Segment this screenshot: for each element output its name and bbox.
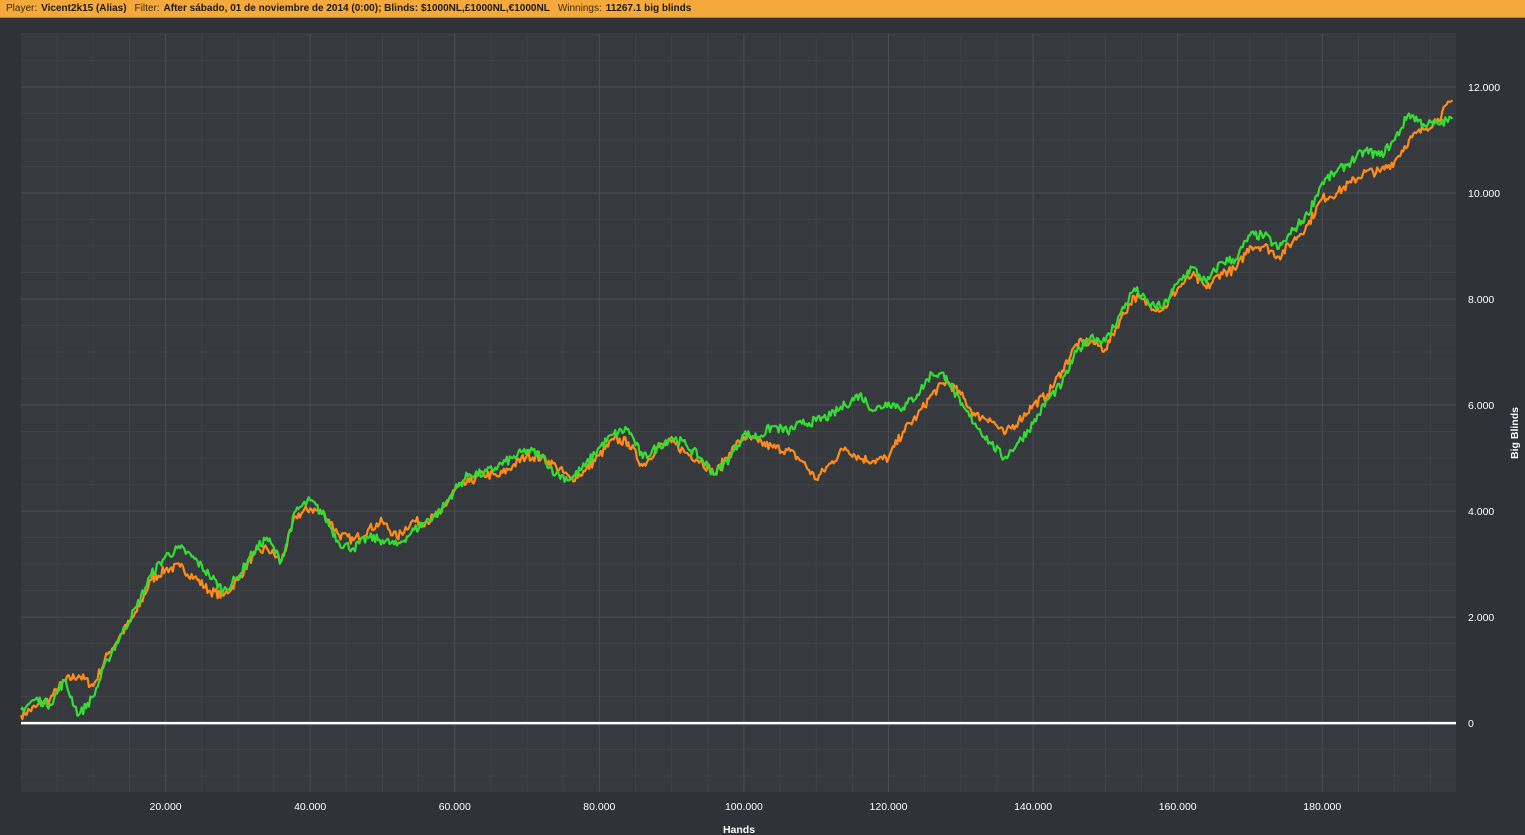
y-tick-label: 6.000 [1468,400,1494,412]
x-tick-label: 100.000 [725,801,763,813]
x-tick-label: 120.000 [870,801,908,813]
x-axis-title: Hands [723,824,755,835]
x-tick-label: 60.000 [439,801,471,813]
y-tick-label: 12.000 [1468,82,1500,94]
y-axis-title: Big Blinds [1509,407,1521,459]
filter-value: After sábado, 01 de noviembre de 2014 (0… [163,3,550,14]
player-label: Player: [6,3,38,14]
filter-label: Filter: [134,3,160,14]
winnings-value: 11267.1 big blinds [605,3,692,14]
x-tick-label: 20.000 [150,801,182,813]
y-tick-label: 10.000 [1468,188,1500,200]
info-bar: Player: Vicent2k15 (Alias) Filter: After… [0,0,1525,18]
chart-frame: 20.000 40.000 60.000 80.000 100.000 120.000 14… [0,19,1525,835]
y-tick-label: 0 [1468,718,1474,730]
x-tick-label: 160.000 [1159,801,1197,813]
x-tick-label: 180.000 [1303,801,1341,813]
y-tick-label: 8.000 [1468,294,1494,306]
winnings-graph: 20.000 40.000 60.000 80.000 100.000 120.000 14… [19,33,1521,835]
x-tick-label: 80.000 [583,801,615,813]
y-axis-ticks: 0 2.000 4.000 6.000 8.000 10.000 12.000 [1468,82,1500,730]
plot-area [21,34,1456,792]
winnings-label: Winnings: [557,3,602,14]
y-tick-label: 4.000 [1468,506,1494,518]
x-tick-label: 40.000 [294,801,326,813]
x-axis-ticks: 20.000 40.000 60.000 80.000 100.000 120.000 14… [150,801,1342,813]
player-value: Vicent2k15 (Alias) [41,3,127,14]
x-tick-label: 140.000 [1014,801,1052,813]
y-tick-label: 2.000 [1468,612,1494,624]
